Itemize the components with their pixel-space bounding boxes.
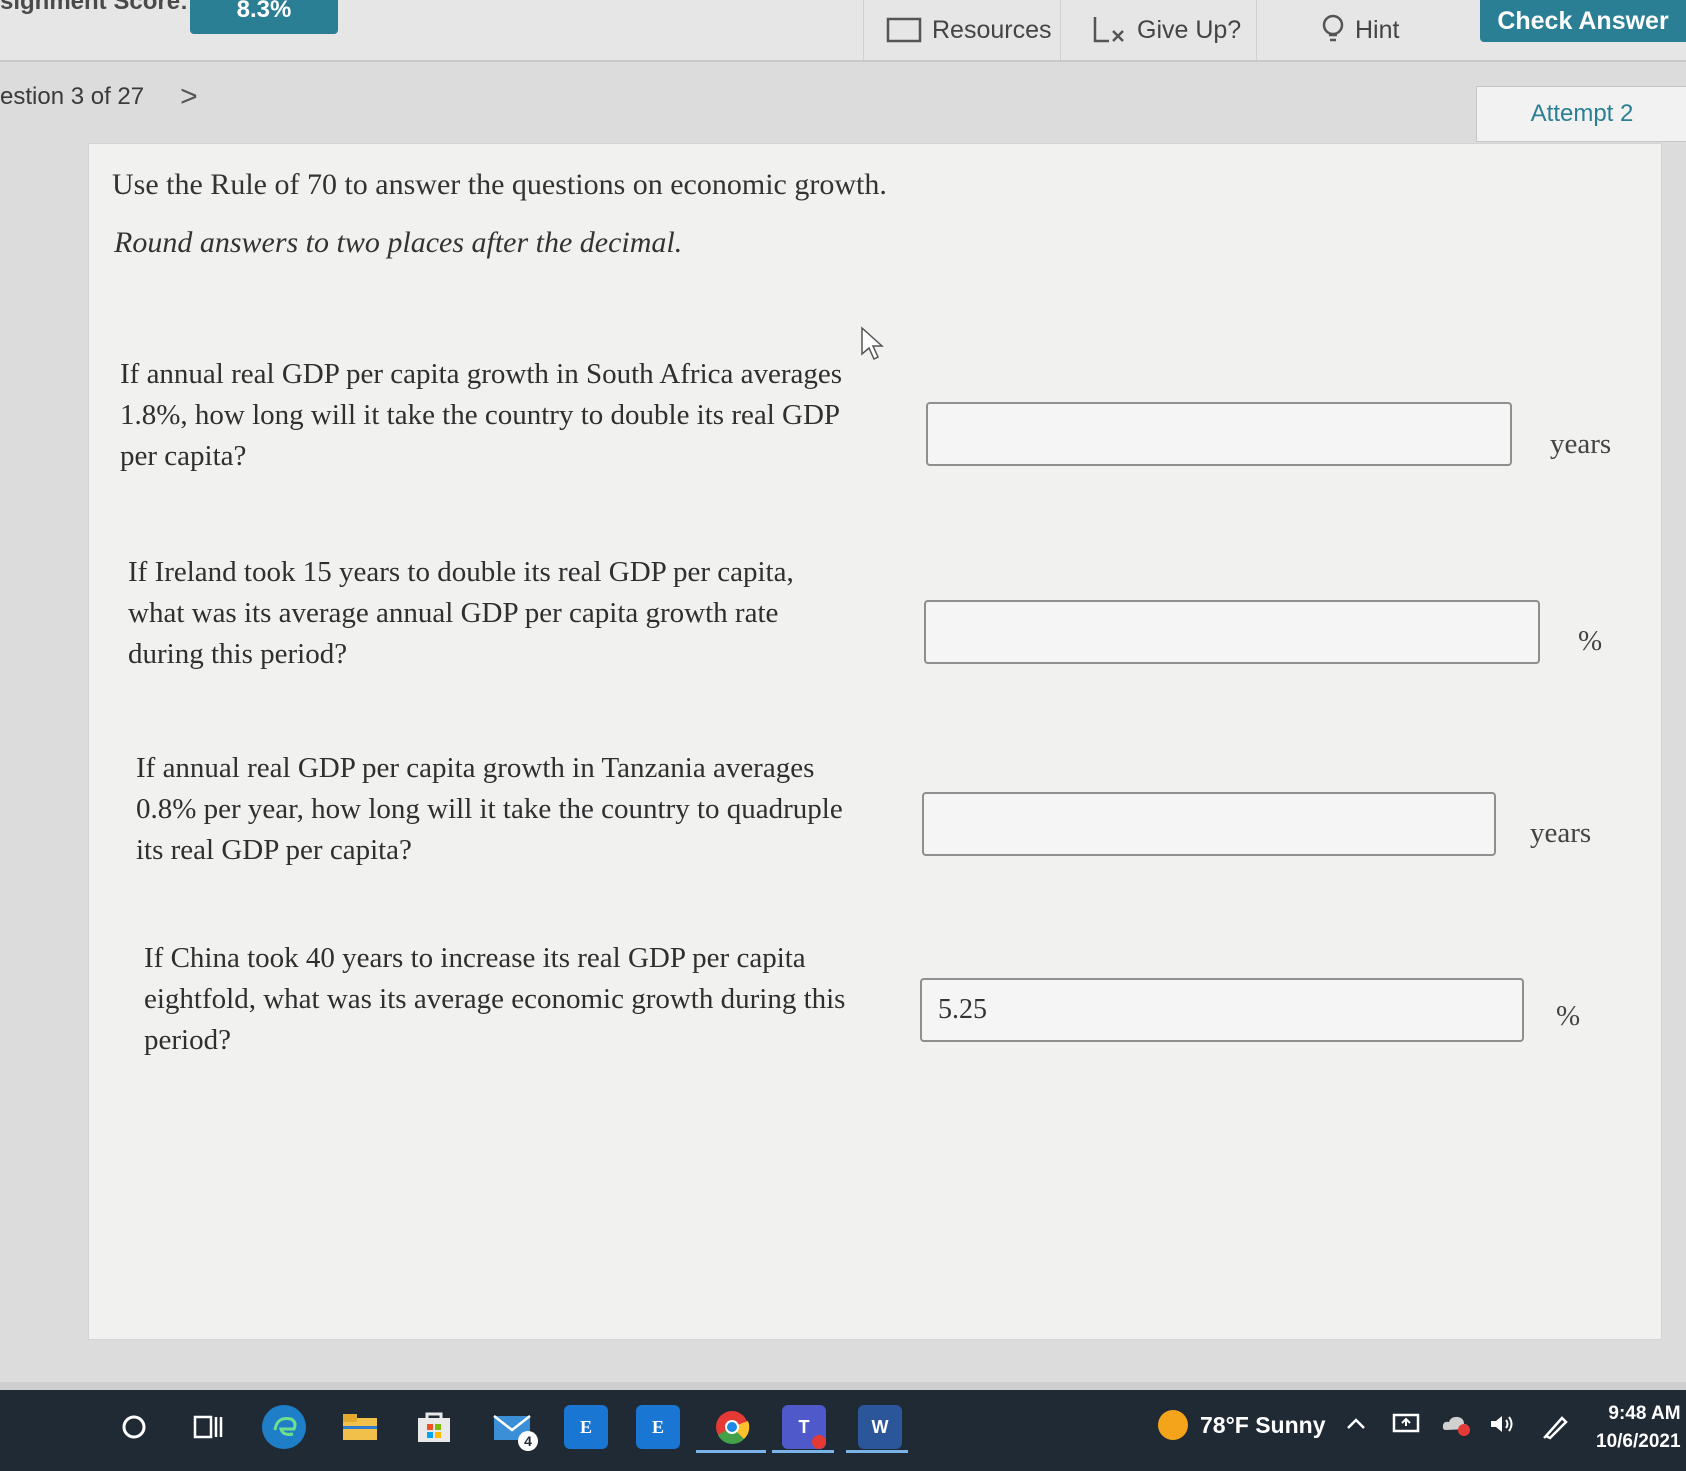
check-answer-button[interactable]: Check Answer: [1480, 0, 1686, 42]
give-up-icon: [1091, 15, 1127, 45]
word-icon[interactable]: W: [858, 1405, 902, 1449]
attempt-indicator: Attempt 2: [1476, 86, 1686, 142]
question-1-text: If annual real GDP per capita growth in …: [120, 354, 842, 477]
sun-icon: [1158, 1410, 1188, 1440]
question-3-unit: years: [1530, 817, 1592, 849]
teams-letter: T: [798, 1416, 810, 1437]
question-4-text: If China took 40 years to increase its r…: [144, 938, 845, 1061]
question-2-answer-input[interactable]: [924, 600, 1540, 664]
resources-button[interactable]: Resources: [863, 0, 1081, 60]
question-4-line: If China took 40 years to increase its r…: [144, 942, 806, 974]
give-up-button[interactable]: Give Up?: [1060, 0, 1286, 60]
windows-taskbar: [0, 1390, 1686, 1471]
mail-badge: 4: [518, 1431, 538, 1451]
question-4-unit: %: [1556, 1000, 1581, 1032]
monitor-bezel: [0, 1382, 1686, 1390]
weather-widget[interactable]: 78°F Sunny: [1158, 1410, 1326, 1440]
rounding-instruction: Round answers to two places after the de…: [114, 226, 683, 259]
teams-active-indicator: [772, 1450, 834, 1453]
chevron-up-icon[interactable]: [1344, 1412, 1368, 1443]
resources-icon: [886, 17, 922, 43]
mail-icon[interactable]: 4: [490, 1405, 538, 1451]
hint-label: Hint: [1355, 15, 1400, 44]
file-explorer-icon[interactable]: [338, 1405, 382, 1449]
question-4-answer-input[interactable]: [920, 978, 1524, 1042]
question-panel: [88, 143, 1662, 1340]
chrome-active-indicator: [696, 1450, 766, 1453]
document-e-icon-2[interactable]: E: [636, 1405, 680, 1449]
top-bar: signment Score: 8.3% Resources Give Up? …: [0, 0, 1686, 62]
question-1-line: per capita?: [120, 440, 247, 472]
question-3-line: If annual real GDP per capita growth in …: [136, 752, 815, 784]
chrome-icon[interactable]: [710, 1405, 754, 1449]
mouse-cursor-icon: [860, 326, 886, 367]
task-view-icon[interactable]: [186, 1405, 230, 1449]
teams-notification-dot: [812, 1435, 826, 1449]
assignment-score-label: signment Score:: [0, 0, 189, 15]
clock-time: 9:48 AM: [1608, 1403, 1681, 1424]
question-position: estion 3 of 27: [0, 83, 145, 110]
word-active-indicator: [846, 1450, 908, 1453]
question-3-line: its real GDP per capita?: [136, 834, 412, 866]
question-3-line: 0.8% per year, how long will it take the…: [136, 793, 843, 825]
question-2-text: If Ireland took 15 years to double its r…: [128, 552, 794, 675]
volume-icon[interactable]: [1488, 1412, 1518, 1443]
display-icon[interactable]: [1392, 1412, 1420, 1443]
question-2-line: If Ireland took 15 years to double its r…: [128, 556, 794, 588]
question-2-line: during this period?: [128, 638, 348, 670]
search-circle-icon[interactable]: [112, 1405, 156, 1449]
document-e-icon[interactable]: E: [564, 1405, 608, 1449]
question-4-line: eightfold, what was its average economic…: [144, 983, 846, 1015]
resources-label: Resources: [932, 15, 1052, 44]
lightbulb-icon: [1321, 13, 1345, 47]
question-2-unit: %: [1578, 625, 1603, 657]
question-navigation: estion 3 of 27 >: [0, 80, 198, 114]
question-3-answer-input[interactable]: [922, 792, 1496, 856]
give-up-label: Give Up?: [1137, 15, 1242, 44]
assignment-score-badge: 8.3%: [190, 0, 338, 34]
weather-text: 78°F Sunny: [1200, 1411, 1326, 1438]
system-clock[interactable]: 9:48 AM 10/6/2021: [1596, 1400, 1681, 1456]
question-1-answer-input[interactable]: [926, 402, 1512, 466]
question-1-line: 1.8%, how long will it take the country …: [120, 399, 841, 431]
hint-button[interactable]: Hint: [1256, 0, 1452, 60]
question-1-line: If annual real GDP per capita growth in …: [120, 358, 843, 390]
teams-icon[interactable]: T: [782, 1405, 826, 1449]
question-2-line: what was its average annual GDP per capi…: [128, 597, 779, 629]
question-1-unit: years: [1550, 428, 1612, 460]
question-intro: Use the Rule of 70 to answer the questio…: [112, 168, 887, 201]
edge-browser-icon[interactable]: [262, 1405, 306, 1449]
store-icon[interactable]: [412, 1405, 456, 1449]
clock-date: 10/6/2021: [1596, 1431, 1681, 1452]
pen-icon[interactable]: [1540, 1412, 1570, 1447]
cloud-error-icon[interactable]: [1440, 1412, 1472, 1443]
question-3-text: If annual real GDP per capita growth in …: [136, 748, 843, 871]
next-question-icon[interactable]: >: [180, 80, 198, 114]
question-4-line: period?: [144, 1024, 231, 1056]
